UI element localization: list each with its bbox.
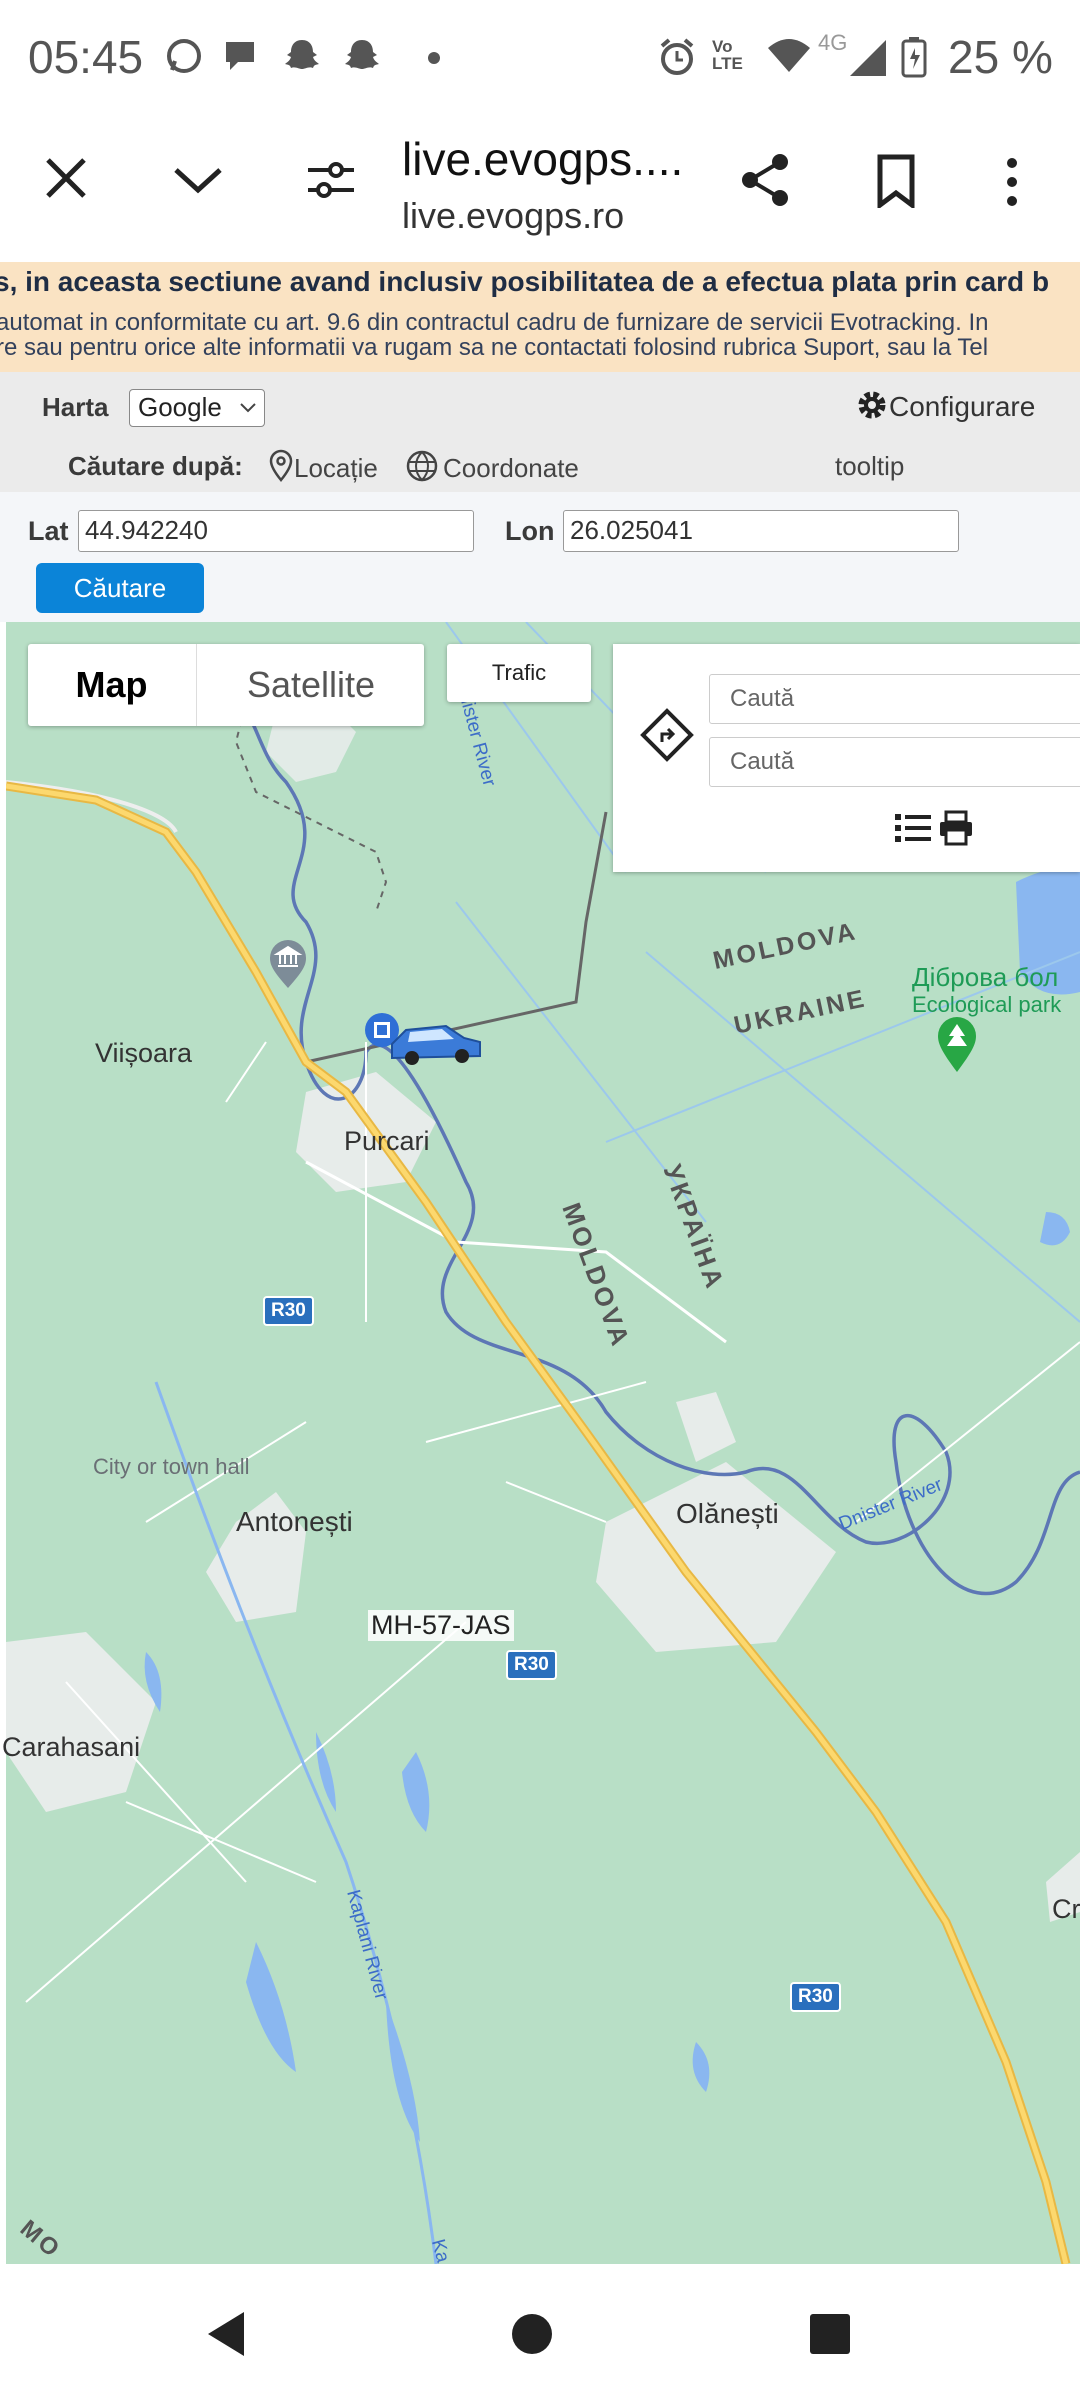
chevron-down-icon[interactable] xyxy=(172,164,224,196)
route-destination-input[interactable]: Caută xyxy=(709,737,1080,787)
notice-line: s, in aceasta sectiune avand inclusiv po… xyxy=(0,266,1050,297)
lat-label: Lat xyxy=(28,516,69,546)
bookmark-icon[interactable] xyxy=(876,154,916,208)
place-label: Antonești xyxy=(236,1506,353,1537)
snapchat-icon-2 xyxy=(345,40,379,69)
globe-icon xyxy=(406,450,438,482)
search-by-location-option[interactable]: Locație xyxy=(268,449,378,484)
park-name: Діброва бол xyxy=(912,962,1059,992)
signal-icon xyxy=(850,40,886,76)
battery-icon xyxy=(901,37,927,78)
poi-label: City or town hall xyxy=(93,1454,250,1479)
snapchat-icon xyxy=(285,40,319,69)
place-label: Purcari xyxy=(344,1126,430,1156)
road-shield: R30 xyxy=(506,1650,557,1680)
notice-line: re sau pentru orice alte informatii va r… xyxy=(0,334,989,361)
alarm-icon xyxy=(660,38,694,75)
directions-icon[interactable] xyxy=(640,708,694,762)
place-label: Carahasani xyxy=(2,1732,141,1762)
print-icon[interactable] xyxy=(938,810,974,846)
road-shield: R30 xyxy=(263,1296,314,1326)
place-label: Olănești xyxy=(676,1498,779,1529)
route-origin-input[interactable]: Caută xyxy=(709,674,1080,724)
network-type: 4G xyxy=(818,30,848,55)
list-icon[interactable] xyxy=(895,812,931,844)
volte-icon: Vo LTE xyxy=(712,37,743,73)
wifi-icon xyxy=(768,39,810,72)
location-pin-icon xyxy=(269,449,293,482)
map-provider-select[interactable]: Google xyxy=(129,389,265,427)
map-provider-value: Google xyxy=(138,392,222,422)
coordinates-option-label: Coordonate xyxy=(443,453,579,483)
notice-line: automat in conformitate cu art. 9.6 din … xyxy=(0,309,989,336)
chat-icon xyxy=(226,42,254,70)
status-time: 05:45 xyxy=(28,31,144,83)
battery-percent: 25 % xyxy=(948,31,1053,83)
recents-icon[interactable] xyxy=(808,2312,852,2356)
close-icon[interactable] xyxy=(44,156,88,200)
configure-button[interactable]: Configurare xyxy=(855,388,1035,423)
city-hall-icon[interactable] xyxy=(266,940,310,990)
car-icon[interactable] xyxy=(386,1014,486,1068)
search-by-coordinates-option[interactable]: Coordonate xyxy=(405,449,579,484)
configure-label: Configurare xyxy=(889,391,1036,422)
gear-icon xyxy=(858,391,886,419)
more-icon[interactable] xyxy=(1004,156,1020,208)
back-icon[interactable] xyxy=(204,2310,248,2358)
map-type-map-button[interactable]: Map xyxy=(28,644,195,726)
vehicle-label[interactable]: MH-57-JAS xyxy=(368,1610,514,1641)
url-host[interactable]: live.evogps.ro xyxy=(402,195,624,237)
park-type: Ecological park xyxy=(912,992,1062,1017)
lat-input[interactable]: 44.942240 xyxy=(78,510,474,552)
lon-label: Lon xyxy=(505,516,555,546)
map-type-satellite-button[interactable]: Satellite xyxy=(196,644,425,726)
park-marker-icon[interactable] xyxy=(934,1014,980,1074)
chevron-down-icon xyxy=(240,403,256,413)
site-settings-icon[interactable] xyxy=(306,158,356,202)
map-provider-label: Harta xyxy=(42,392,109,422)
traffic-button[interactable]: Trafic xyxy=(447,644,591,702)
share-icon[interactable] xyxy=(738,152,792,208)
home-icon[interactable] xyxy=(510,2312,554,2356)
whatsapp-icon xyxy=(167,39,201,73)
place-label: Viișoara xyxy=(95,1038,193,1068)
search-by-label: Căutare după: xyxy=(68,451,243,481)
location-option-label: Locație xyxy=(294,453,378,483)
dot-icon xyxy=(428,52,440,64)
search-button[interactable]: Căutare xyxy=(36,563,204,613)
page-title[interactable]: live.evogps.... xyxy=(402,132,683,186)
road-shield: R30 xyxy=(790,1982,841,2012)
lon-input[interactable]: 26.025041 xyxy=(563,510,959,552)
tooltip-text: tooltip xyxy=(835,451,905,481)
place-label: Cr xyxy=(1052,1894,1080,1924)
